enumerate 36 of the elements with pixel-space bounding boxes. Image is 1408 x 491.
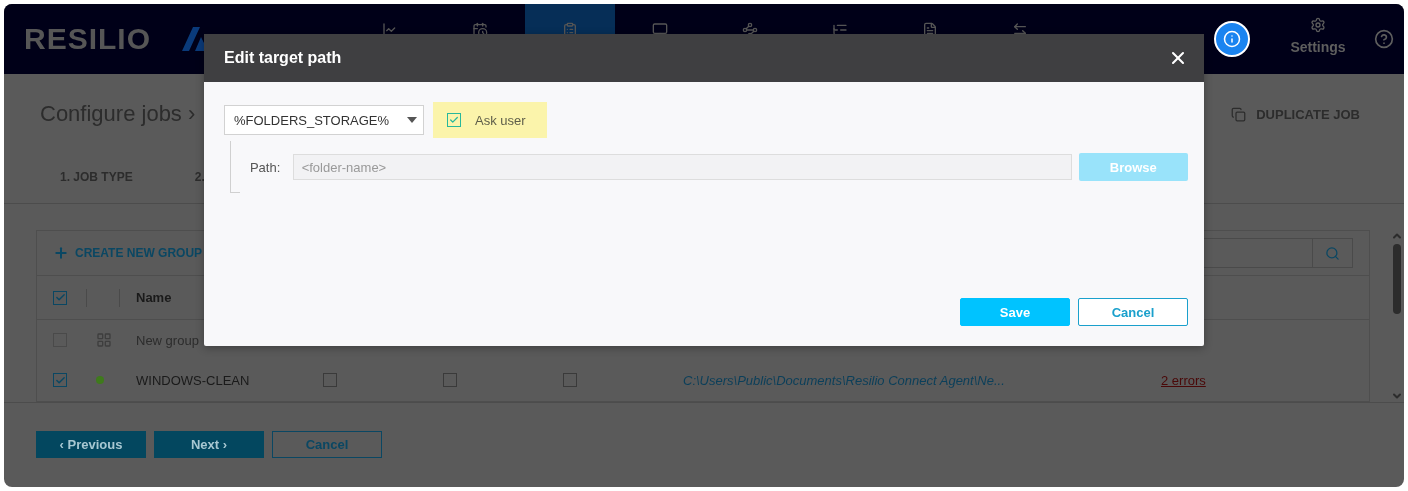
- errors-link[interactable]: 2 errors: [1161, 372, 1206, 388]
- column-header: Name: [136, 290, 172, 305]
- checkbox[interactable]: [53, 290, 67, 305]
- check-icon: [54, 292, 66, 303]
- caret-icon: [407, 117, 417, 123]
- settings-button[interactable]: Settings: [1276, 9, 1360, 69]
- path-field[interactable]: <folder-name>: [292, 154, 1072, 180]
- checkbox[interactable]: [443, 373, 457, 387]
- ask-user-checkbox[interactable]: Ask user: [433, 102, 547, 138]
- save-button[interactable]: Save: [960, 298, 1070, 326]
- checkbox[interactable]: [323, 373, 337, 387]
- path-label: Path:: [249, 159, 282, 175]
- logo: RESILIO: [24, 22, 152, 56]
- wizard-button[interactable]: Cancel: [272, 431, 382, 458]
- table-cell: WINDOWS-CLEAN: [136, 372, 250, 388]
- copy-icon: [1231, 106, 1247, 122]
- check-icon: [449, 115, 459, 125]
- wizard-button[interactable]: Next ›: [154, 431, 264, 458]
- help-icon[interactable]: [1374, 29, 1394, 49]
- plus-icon: [53, 245, 69, 261]
- storage-dropdown[interactable]: %FOLDERS_STORAGE%: [224, 105, 424, 135]
- scrollbar-thumb[interactable]: [1393, 244, 1401, 314]
- path-link[interactable]: C:\Users\Public\Documents\Resilio Connect Agent\Ne...: [683, 372, 1005, 388]
- create-group-button[interactable]: CREATE NEW GROUP: [53, 245, 203, 261]
- info-button[interactable]: [1214, 21, 1250, 57]
- check-icon: [54, 374, 66, 386]
- dialog-title: Edit target path: [224, 49, 342, 67]
- checkbox[interactable]: [563, 373, 577, 387]
- cancel-button[interactable]: Cancel: [1078, 298, 1188, 326]
- connector-line: [230, 141, 240, 193]
- checkbox[interactable]: [53, 373, 67, 387]
- group-icon: [96, 332, 112, 348]
- wizard-button[interactable]: ‹ Previous: [36, 431, 146, 458]
- search-icon: [1325, 245, 1340, 261]
- info-icon: [1223, 30, 1241, 48]
- settings-icon: [1310, 17, 1326, 33]
